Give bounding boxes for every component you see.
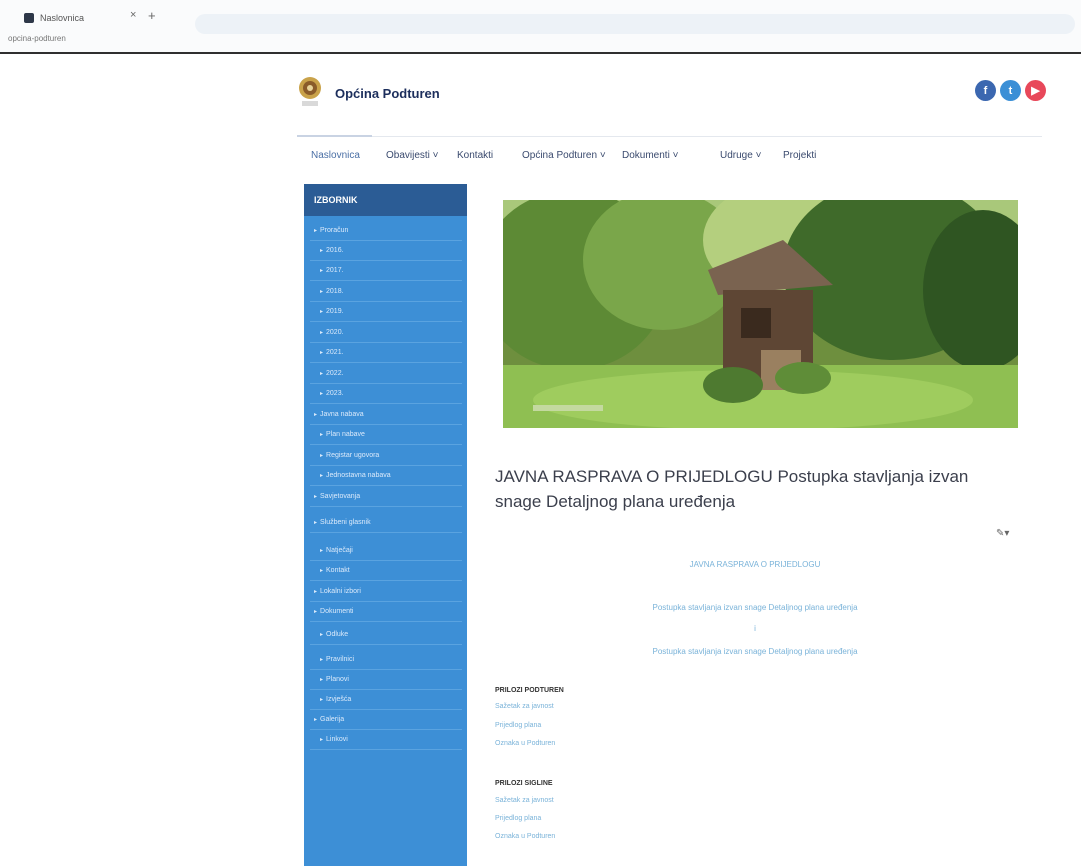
sidebar-item[interactable]: Odluke [320, 630, 348, 640]
tab-title: Naslovnica [40, 13, 85, 23]
address-bar[interactable] [195, 14, 1075, 34]
document-link[interactable]: Sažetak za javnost [495, 703, 554, 710]
sidebar-divider [310, 580, 462, 581]
sidebar-divider [310, 560, 462, 561]
sidebar-item[interactable]: Linkovi [320, 735, 348, 745]
sidebar-divider [310, 280, 462, 281]
close-icon[interactable]: × [130, 9, 136, 21]
nav-item-naslovnica[interactable]: Naslovnica [311, 150, 360, 161]
intro-line-1: JAVNA RASPRAVA O PRIJEDLOGU [689, 560, 821, 569]
nav-item-dokumenti[interactable]: Dokumenti ˅ [622, 150, 678, 161]
sidebar-item[interactable]: Dokumenti [314, 607, 353, 617]
twitter-icon[interactable]: t [1000, 80, 1021, 101]
hero-image [503, 200, 1018, 428]
section-heading: PRILOZI PODTUREN [495, 687, 564, 694]
sidebar-divider [310, 729, 462, 730]
sidebar-menu: IZBORNIK Proračun 2016. 2017. 2018. 2019. 202… [304, 184, 467, 866]
sidebar-divider [310, 689, 462, 690]
section-heading: PRILOZI SIGLINE [495, 780, 553, 787]
sidebar-item[interactable]: 2016. [320, 246, 344, 256]
sidebar-header: IZBORNIK [304, 184, 467, 216]
sidebar-item[interactable]: 2019. [320, 307, 344, 317]
document-link[interactable]: Oznaka u Podturen [495, 740, 555, 747]
sidebar-divider [310, 485, 462, 486]
browser-tab[interactable]: Naslovnica [24, 8, 194, 28]
sidebar-item[interactable]: Službeni glasnik [314, 518, 371, 528]
sidebar-divider [310, 749, 462, 750]
document-link[interactable]: Prijedlog plana [495, 815, 541, 822]
coat-of-arms-logo[interactable] [297, 75, 323, 109]
sidebar-item[interactable]: Pravilnici [320, 655, 354, 665]
article-title: JAVNA RASPRAVA O PRIJEDLOGU Postupka sta… [495, 467, 969, 511]
sidebar-divider [310, 424, 462, 425]
youtube-icon[interactable]: ▶ [1025, 80, 1046, 101]
sidebar-item[interactable]: Registar ugovora [320, 451, 379, 461]
sidebar-item[interactable]: Kontakt [320, 566, 350, 576]
document-link[interactable]: Prijedlog plana [495, 722, 541, 729]
sidebar-item[interactable]: 2023. [320, 389, 344, 399]
sidebar-divider [310, 644, 462, 645]
sidebar-item[interactable]: Izvješća [320, 695, 351, 705]
sidebar-item[interactable]: 2020. [320, 328, 344, 338]
sidebar-item[interactable]: Javna nabava [314, 410, 364, 420]
sidebar-divider [310, 621, 462, 622]
sidebar-item[interactable]: Planovi [320, 675, 349, 685]
sidebar-divider [310, 506, 462, 507]
sidebar-divider [310, 301, 462, 302]
social-links: f t ▶ [975, 80, 1046, 101]
intro-line-3: i [754, 624, 756, 633]
sidebar-item[interactable]: Galerija [314, 715, 344, 725]
url-text: opcina-podturen [8, 34, 66, 43]
tab-strip: Naslovnica × + [0, 6, 1081, 34]
nav-divider [297, 136, 1042, 137]
sidebar-item[interactable]: Jednostavna nabava [320, 471, 391, 481]
sidebar-item[interactable]: 2017. [320, 266, 344, 276]
sidebar-item[interactable]: Natječaji [320, 546, 353, 556]
sidebar-item[interactable]: Savjetovanja [314, 492, 360, 502]
sidebar-divider [310, 465, 462, 466]
divider [0, 52, 1081, 54]
document-link[interactable]: Oznaka u Podturen [495, 833, 555, 840]
sidebar-item[interactable]: Proračun [314, 226, 348, 236]
nav-active-indicator [297, 135, 372, 137]
sidebar-divider [310, 532, 462, 533]
sidebar-divider [310, 240, 462, 241]
nav-item-opcina[interactable]: Općina Podturen ˅ [522, 150, 606, 161]
sidebar-divider [310, 362, 462, 363]
sidebar-item[interactable]: 2018. [320, 287, 344, 297]
sidebar-title: IZBORNIK [314, 195, 358, 205]
intro-line-4[interactable]: Postupka stavljanja izvan snage Detaljno… [495, 647, 1015, 656]
sidebar-item[interactable]: Lokalni izbori [314, 587, 361, 597]
sidebar-item[interactable]: 2021. [320, 348, 344, 358]
sidebar-divider [310, 403, 462, 404]
nav-item-obavijesti[interactable]: Obavijesti ˅ [386, 150, 439, 161]
sidebar-divider [310, 709, 462, 710]
nav-item-projekti[interactable]: Projekti [783, 150, 816, 161]
nav-item-kontakti[interactable]: Kontakti [457, 150, 493, 161]
new-tab-icon[interactable]: + [148, 8, 156, 23]
sidebar-divider [310, 601, 462, 602]
browser-chrome: Naslovnica × + opcina-podturen [0, 0, 1081, 54]
facebook-icon[interactable]: f [975, 80, 996, 101]
sidebar-item[interactable]: Plan nabave [320, 430, 365, 440]
sidebar-divider [310, 321, 462, 322]
edit-icon[interactable]: ✎▾ [996, 528, 1009, 539]
sidebar-divider [310, 260, 462, 261]
intro-line-2[interactable]: Postupka stavljanja izvan snage Detaljno… [495, 603, 1015, 612]
document-link[interactable]: Sažetak za javnost [495, 797, 554, 804]
sidebar-divider [310, 444, 462, 445]
favicon-icon [24, 13, 34, 23]
sidebar-divider [310, 342, 462, 343]
sidebar-item[interactable]: 2022. [320, 369, 344, 379]
sidebar-divider [310, 383, 462, 384]
nav-item-udruge[interactable]: Udruge ˅ [720, 150, 761, 161]
sidebar-divider [310, 669, 462, 670]
site-title[interactable]: Općina Podturen [335, 86, 440, 101]
